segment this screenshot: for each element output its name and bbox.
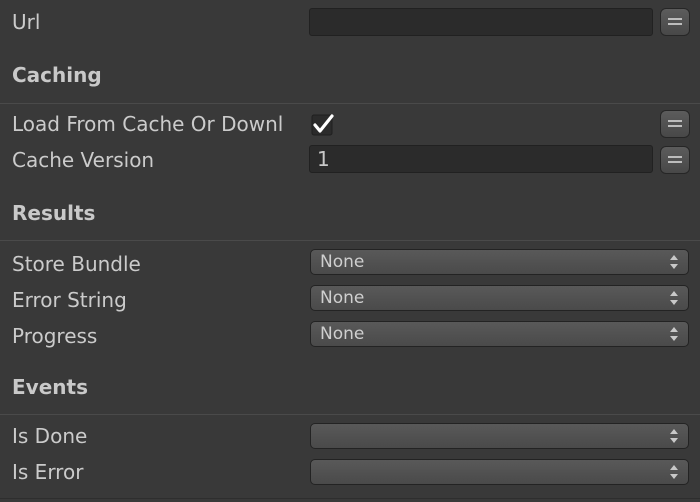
cache-version-variable-toggle-button[interactable] — [660, 146, 690, 174]
is-error-label: Is Error — [12, 460, 84, 484]
store-bundle-label: Store Bundle — [12, 252, 141, 276]
inspector-panel: Url Caching Load From Cache Or Downl Cac… — [0, 0, 700, 502]
cache-version-label: Cache Version — [12, 148, 155, 172]
error-string-value: None — [320, 288, 365, 308]
progress-label: Progress — [12, 324, 98, 348]
up-down-arrows-icon — [670, 429, 678, 443]
checkmark-icon — [311, 114, 334, 136]
store-bundle-value: None — [320, 252, 365, 272]
progress-dropdown[interactable]: None — [310, 321, 689, 347]
up-down-arrows-icon — [670, 465, 678, 479]
caching-section-header: Caching — [12, 63, 102, 87]
caching-divider — [0, 103, 700, 104]
up-down-arrows-icon — [670, 291, 678, 305]
is-done-label: Is Done — [12, 424, 88, 448]
bottom-divider — [0, 498, 700, 499]
is-error-dropdown[interactable] — [310, 459, 689, 485]
is-done-dropdown[interactable] — [310, 423, 689, 449]
url-variable-toggle-button[interactable] — [660, 8, 690, 36]
load-from-cache-row: Load From Cache Or Downl — [0, 107, 700, 141]
results-divider — [0, 240, 700, 241]
url-field[interactable] — [309, 8, 653, 36]
up-down-arrows-icon — [670, 327, 678, 341]
up-down-arrows-icon — [670, 255, 678, 269]
load-from-cache-label: Load From Cache Or Downl — [12, 112, 284, 136]
progress-value: None — [320, 324, 365, 344]
results-section-header: Results — [12, 201, 96, 225]
error-string-label: Error String — [12, 288, 127, 312]
load-from-cache-checkbox[interactable] — [311, 113, 335, 137]
url-label: Url — [12, 10, 41, 34]
events-section-header: Events — [12, 375, 88, 399]
cache-version-field[interactable]: 1 — [309, 145, 653, 173]
error-string-dropdown[interactable]: None — [310, 285, 689, 311]
events-divider — [0, 414, 700, 415]
load-from-cache-variable-toggle-button[interactable] — [660, 110, 690, 138]
store-bundle-dropdown[interactable]: None — [310, 249, 689, 275]
